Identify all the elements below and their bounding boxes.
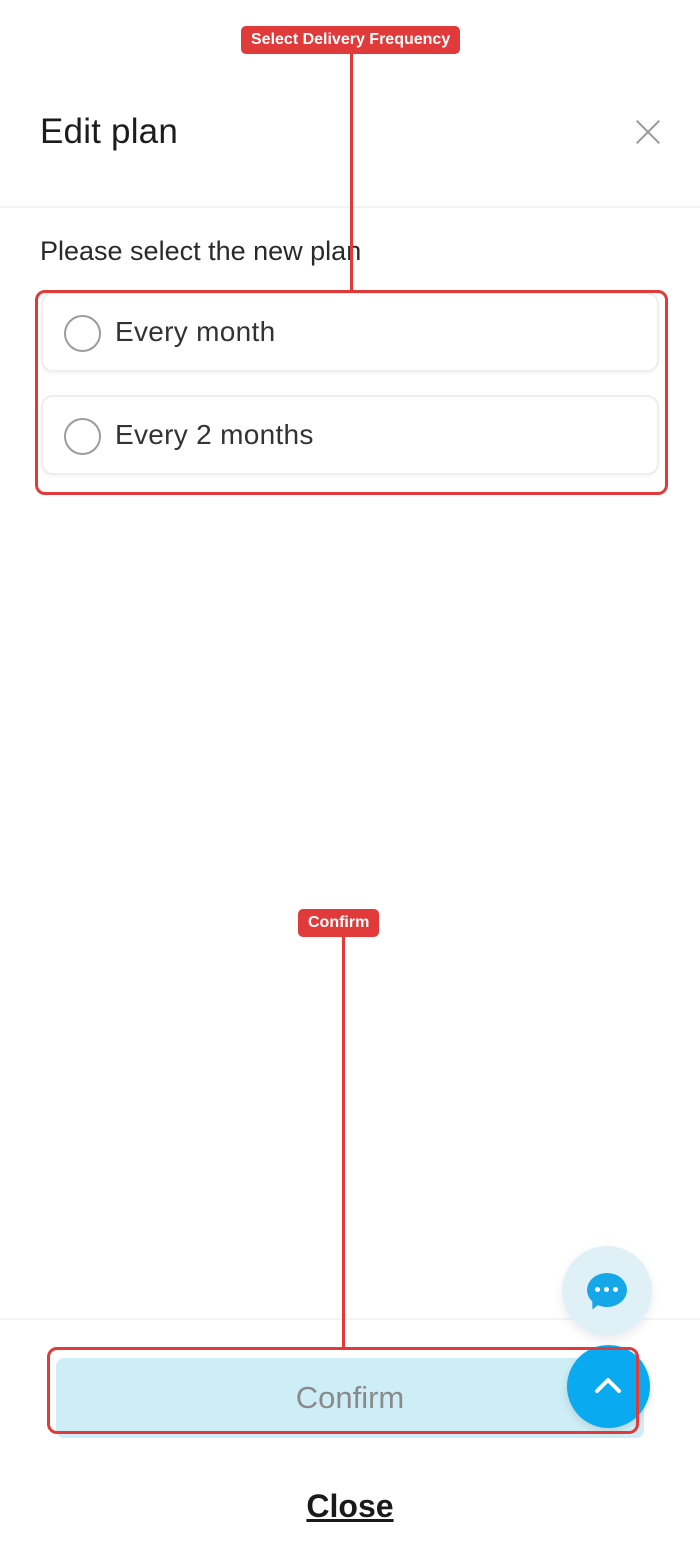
plan-prompt: Please select the new plan <box>40 236 362 266</box>
plan-option-label: Every month <box>115 316 276 347</box>
chevron-up-icon <box>595 1378 621 1393</box>
confirm-button[interactable]: Confirm <box>56 1358 644 1438</box>
scroll-to-top-button[interactable] <box>567 1345 650 1428</box>
plan-option-every-month[interactable]: Every month <box>41 292 659 372</box>
close-icon[interactable] <box>630 114 666 150</box>
plan-option-every-2-months[interactable]: Every 2 months <box>41 395 659 475</box>
chat-dots <box>595 1287 619 1293</box>
page-title: Edit plan <box>40 112 179 151</box>
annotation-line-frequency <box>350 54 353 292</box>
radio-button[interactable] <box>64 418 101 455</box>
annotation-label-frequency: Select Delivery Frequency <box>241 26 461 54</box>
close-link[interactable]: Close <box>0 1488 700 1525</box>
annotation-label-confirm: Confirm <box>298 909 380 937</box>
chat-button[interactable] <box>562 1246 652 1336</box>
radio-button[interactable] <box>64 315 101 352</box>
plan-option-label: Every 2 months <box>115 419 314 450</box>
annotation-line-confirm <box>342 934 345 1348</box>
